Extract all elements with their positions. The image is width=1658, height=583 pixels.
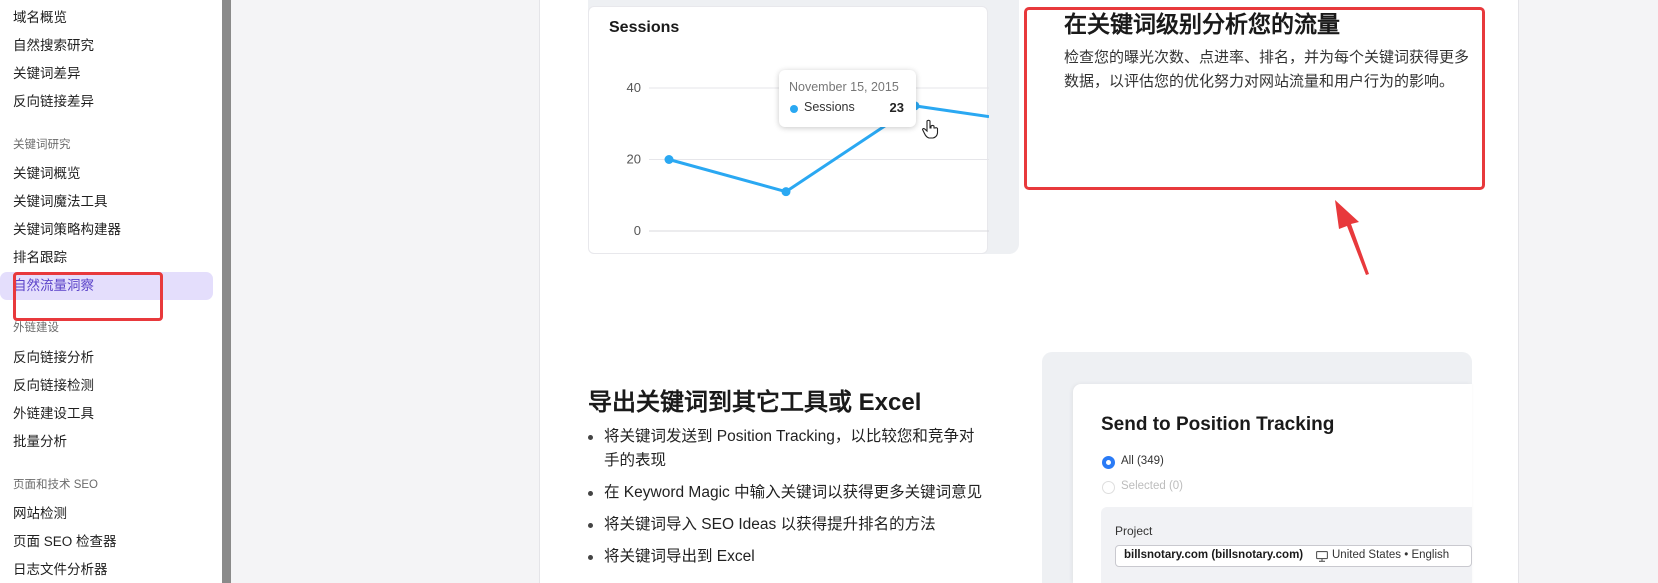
sidebar-scrollbar[interactable]: [222, 0, 231, 583]
export-section-title: 导出关键词到其它工具或 Excel: [588, 389, 922, 416]
radio-all[interactable]: [1102, 456, 1115, 469]
y-tick-label: 40: [627, 80, 641, 95]
radio-selected-label: Selected (0): [1121, 480, 1184, 492]
sidebar-item-site-audit[interactable]: 网站检测: [13, 505, 67, 523]
position-tracking-title: Send to Position Tracking: [1101, 414, 1335, 435]
sidebar-item-position-tracking[interactable]: 排名跟踪: [13, 249, 67, 267]
data-point: [664, 155, 674, 164]
bullet-dot: [588, 491, 593, 496]
radio-selected[interactable]: [1102, 481, 1115, 494]
sidebar-item-log-file-analyzer[interactable]: 日志文件分析器: [13, 561, 108, 579]
y-tick-label: 0: [634, 223, 641, 238]
project-label: Project: [1115, 524, 1153, 538]
data-point: [781, 187, 791, 197]
bullet-dot: [588, 555, 593, 560]
annotation-box-feature: [1024, 7, 1485, 190]
position-tracking-dialog: Send to Position Tracking All (349) Sele…: [1073, 384, 1472, 583]
sidebar-item-link-building-tool[interactable]: 外链建设工具: [13, 405, 94, 423]
page-gutter: [231, 0, 539, 583]
annotation-arrow-icon: [1335, 200, 1369, 275]
right-gutter: [1520, 0, 1658, 583]
page-root: 域名概览 自然搜索研究 关键词差异 反向链接差异 关键词研究 关键词概览 关键词…: [0, 0, 1658, 583]
tooltip-series-name: Sessions: [804, 100, 855, 114]
sidebar-item-keyword-magic-tool[interactable]: 关键词魔法工具: [13, 193, 108, 211]
sidebar-nav: 域名概览 自然搜索研究 关键词差异 反向链接差异 关键词研究 关键词概览 关键词…: [0, 0, 222, 583]
sidebar-item-onpage-seo-checker[interactable]: 页面 SEO 检查器: [13, 533, 117, 551]
export-bullet-text: 将关键词发送到 Position Tracking，以比较您和竞争对手的表现: [604, 428, 975, 469]
sidebar-item-backlink-audit[interactable]: 反向链接检测: [13, 377, 94, 395]
tooltip-series-dot: [790, 105, 798, 113]
sessions-chart-card: Sessions 40 20 0 November 15, 2015 Session…: [588, 6, 989, 254]
tooltip-date: November 15, 2015: [789, 80, 899, 94]
tooltip-value: 23: [889, 100, 904, 115]
chart-tooltip: November 15, 2015 Sessions 23: [779, 70, 916, 127]
bullet-dot: [588, 523, 593, 528]
sidebar-item-backlink-analytics[interactable]: 反向链接分析: [13, 349, 94, 367]
sidebar-item-organic-research[interactable]: 自然搜索研究: [13, 37, 94, 55]
sidebar-section-keyword-research: 关键词研究: [13, 139, 71, 151]
project-select[interactable]: billsnotary.com (billsnotary.com) United…: [1115, 545, 1472, 567]
sidebar-item-backlink-gap[interactable]: 反向链接差异: [13, 93, 94, 111]
export-bullet-text: 将关键词导出到 Excel: [604, 548, 755, 565]
project-panel: Project billsnotary.com (billsnotary.com…: [1101, 507, 1472, 583]
sidebar-item-keyword-overview[interactable]: 关键词概览: [13, 165, 81, 183]
sidebar-item-keyword-gap[interactable]: 关键词差异: [13, 65, 81, 83]
sidebar-item-domain-overview[interactable]: 域名概览: [13, 9, 67, 27]
export-bullet-text: 在 Keyword Magic 中输入关键词以获得更多关键词意见: [604, 484, 983, 501]
annotation-box-sidebar: [13, 272, 163, 321]
bullet-dot: [588, 435, 593, 440]
sidebar-section-link-building: 外链建设: [13, 322, 59, 334]
sidebar-item-bulk-analysis[interactable]: 批量分析: [13, 433, 67, 451]
export-bullet-text: 将关键词导入 SEO Ideas 以获得提升排名的方法: [604, 516, 936, 533]
sidebar-item-keyword-strategy-builder[interactable]: 关键词策略构建器: [13, 221, 121, 239]
project-select-value: billsnotary.com (billsnotary.com): [1124, 549, 1304, 561]
sidebar-section-onpage-seo: 页面和技术 SEO: [13, 479, 98, 491]
monitor-icon: [1316, 551, 1328, 562]
radio-all-label: All (349): [1121, 455, 1164, 467]
project-region: United States • English: [1332, 549, 1450, 561]
hand-cursor-icon: [921, 119, 939, 139]
y-tick-label: 20: [627, 152, 641, 167]
